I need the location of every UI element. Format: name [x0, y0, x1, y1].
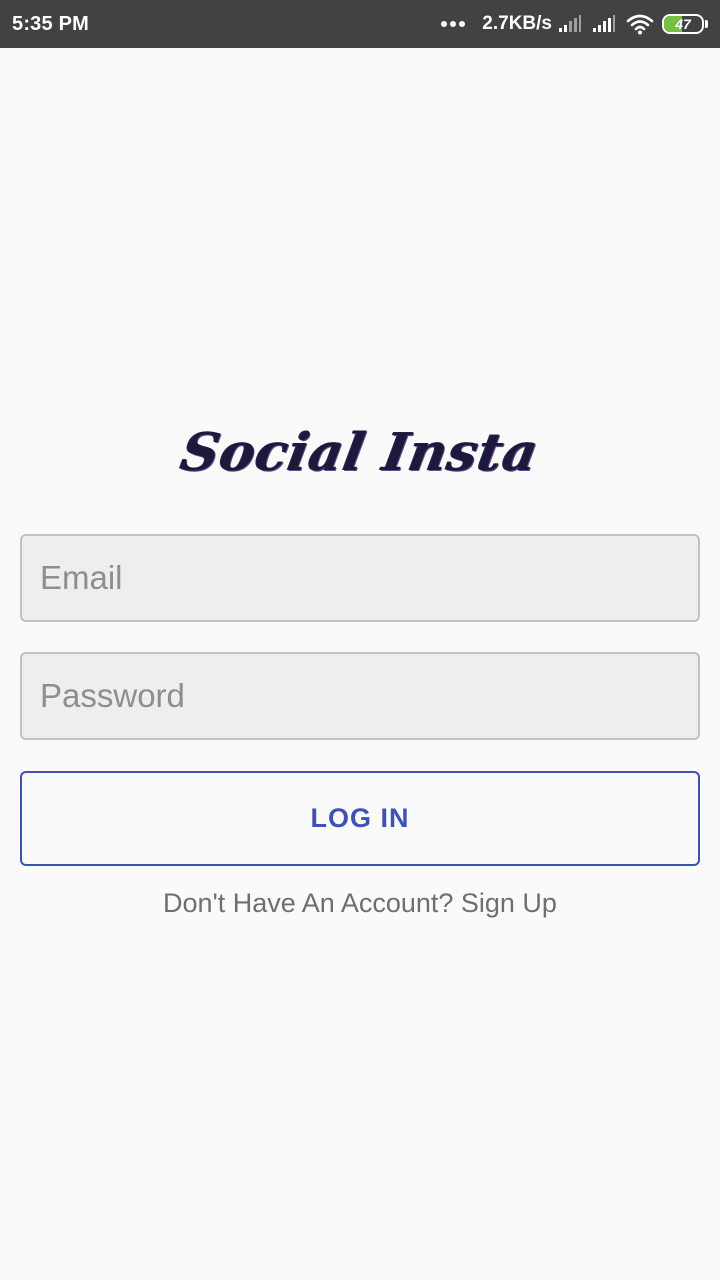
battery-level: 47 — [675, 16, 691, 32]
more-dots-icon — [441, 21, 468, 27]
signup-link[interactable]: Don't Have An Account? Sign Up — [0, 888, 720, 919]
password-field[interactable] — [20, 652, 700, 740]
app-logo: Social Insta — [0, 412, 720, 492]
email-field[interactable] — [20, 534, 700, 622]
status-icons: 2.7KB/s 47 — [441, 13, 708, 35]
wifi-icon — [626, 14, 654, 35]
logo-text: Social Insta — [176, 421, 544, 483]
network-speed: 2.7KB/s — [482, 13, 552, 34]
battery-icon: 47 — [662, 14, 704, 34]
battery-tip — [705, 20, 708, 28]
status-bar: 5:35 PM 2.7KB/s 47 — [0, 0, 720, 48]
signal-icon — [593, 15, 615, 32]
signal-icon — [559, 15, 581, 32]
login-button[interactable]: LOG IN — [20, 771, 700, 866]
status-time: 5:35 PM — [12, 12, 89, 35]
login-screen: 5:35 PM 2.7KB/s 47 Social Insta Email LO… — [0, 0, 720, 1280]
